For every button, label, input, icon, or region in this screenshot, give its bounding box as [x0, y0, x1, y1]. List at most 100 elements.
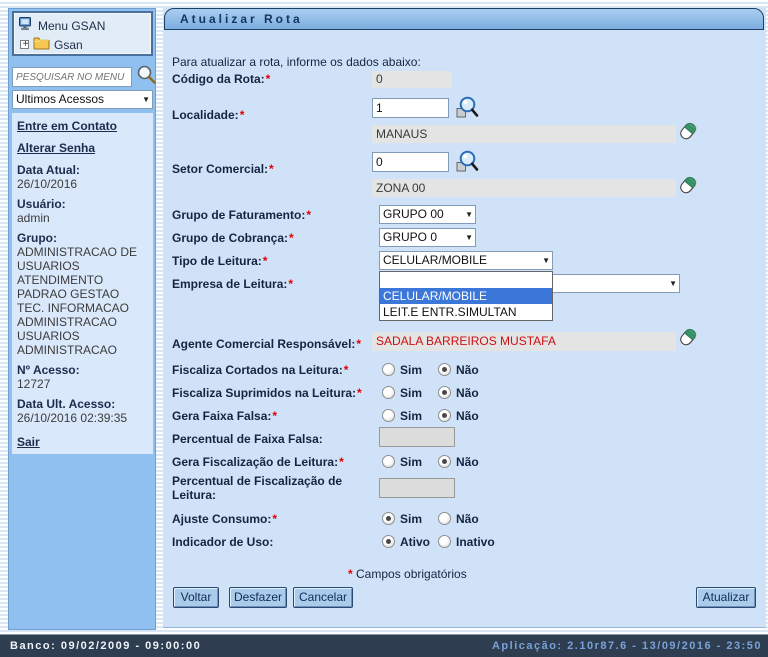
user-label: Usuário: — [17, 197, 148, 211]
dropdown-option-blank[interactable] — [380, 272, 552, 288]
radio-sim[interactable] — [382, 409, 395, 422]
chevron-down-icon — [142, 91, 150, 108]
percentual-faixa-falsa-label: Percentual de Faixa Falsa: — [172, 432, 323, 446]
content-panel: Atualizar Rota Para atualizar a rota, in… — [163, 8, 766, 628]
radio-ativo[interactable] — [382, 535, 395, 548]
required-asterisk: * — [272, 409, 277, 423]
grupo-cobranca-select[interactable]: GRUPO 0 — [379, 228, 476, 247]
tipo-leitura-dropdown-list: CELULAR/MOBILE LEIT.E ENTR.SIMULTAN — [379, 271, 553, 321]
grupo-faturamento-value: GRUPO 00 — [383, 207, 444, 221]
radio-label-nao: Não — [456, 386, 479, 400]
last-access-label: Data Ult. Acesso: — [17, 397, 148, 411]
percentual-fiscalizacao-input[interactable] — [379, 478, 455, 498]
setor-erase-icon[interactable] — [679, 174, 699, 197]
current-date-value: 26/10/2016 — [17, 177, 148, 191]
menu-root-item[interactable]: Menu GSAN — [18, 16, 147, 35]
agente-label: Agente Comercial Responsável:* — [172, 337, 361, 351]
required-asterisk: * — [272, 512, 277, 526]
menu-search-input[interactable] — [12, 67, 132, 87]
radio-nao[interactable] — [438, 386, 451, 399]
fiscaliza-suprimidos-label: Fiscaliza Suprimidos na Leitura:* — [172, 386, 362, 400]
radio-label-nao: Não — [456, 363, 479, 377]
fiscaliza-suprimidos-radio-group: Sim Não — [382, 385, 495, 400]
setor-label: Setor Comercial:* — [172, 162, 274, 176]
cancelar-button[interactable]: Cancelar — [293, 587, 353, 608]
radio-label-nao: Não — [456, 409, 479, 423]
current-date-label: Data Atual: — [17, 163, 148, 177]
tipo-leitura-select[interactable]: CELULAR/MOBILE — [379, 251, 553, 270]
page-title-text: Atualizar Rota — [180, 12, 303, 26]
percentual-faixa-falsa-input[interactable] — [379, 427, 455, 447]
radio-label-sim: Sim — [400, 363, 422, 377]
expand-plus-icon[interactable] — [20, 40, 29, 49]
grupo-faturamento-select[interactable]: GRUPO 00 — [379, 205, 476, 224]
radio-label-sim: Sim — [400, 386, 422, 400]
required-asterisk: * — [339, 455, 344, 469]
tree-node-gsan[interactable]: Gsan — [18, 35, 147, 54]
gera-faixa-falsa-radio-group: Sim Não — [382, 408, 495, 423]
radio-sim[interactable] — [382, 386, 395, 399]
last-access-value: 26/10/2016 02:39:35 — [17, 411, 148, 425]
indicador-uso-label: Indicador de Uso: — [172, 535, 273, 549]
localidade-erase-icon[interactable] — [679, 120, 699, 143]
dropdown-option-leit-entr[interactable]: LEIT.E ENTR.SIMULTAN — [380, 304, 552, 320]
required-note: * Campos obrigatórios — [347, 567, 467, 581]
required-asterisk: * — [266, 72, 271, 86]
required-asterisk: * — [263, 254, 268, 268]
database-date: Banco: 09/02/2009 - 09:00:00 — [10, 635, 201, 657]
desfazer-button[interactable]: Desfazer — [229, 587, 287, 608]
indicador-uso-radio-group: Ativo Inativo — [382, 534, 511, 549]
required-asterisk: * — [348, 567, 353, 581]
localidade-code-input[interactable] — [372, 98, 449, 118]
gera-fiscalizacao-label: Gera Fiscalização de Leitura:* — [172, 455, 344, 469]
page-title: Atualizar Rota — [164, 8, 764, 30]
chevron-down-icon — [465, 206, 473, 223]
radio-label-inativo: Inativo — [456, 535, 495, 549]
radio-nao[interactable] — [438, 512, 451, 525]
radio-sim[interactable] — [382, 512, 395, 525]
contact-link[interactable]: Entre em Contato — [17, 119, 148, 133]
codigo-rota-value: 0 — [372, 71, 452, 88]
user-value: admin — [17, 211, 148, 225]
intro-text: Para atualizar a rota, informe os dados … — [172, 55, 421, 69]
logout-link[interactable]: Sair — [17, 435, 148, 449]
voltar-button[interactable]: Voltar — [173, 587, 219, 608]
ajuste-consumo-label: Ajuste Consumo:* — [172, 512, 277, 526]
group-value: ADMINISTRACAO DE USUARIOS ATENDIMENTO PA… — [17, 245, 148, 357]
required-asterisk: * — [306, 208, 311, 222]
menu-title: Menu GSAN — [38, 19, 105, 33]
empresa-leitura-label: Empresa de Leitura:* — [172, 277, 293, 291]
recent-access-select[interactable]: Ultimos Acessos — [12, 90, 153, 109]
radio-inativo[interactable] — [438, 535, 451, 548]
radio-nao[interactable] — [438, 455, 451, 468]
codigo-rota-label: Código da Rota:* — [172, 72, 270, 86]
tipo-leitura-value: CELULAR/MOBILE — [383, 253, 487, 267]
gera-fiscalizacao-radio-group: Sim Não — [382, 454, 495, 469]
folder-icon — [33, 37, 50, 53]
grupo-cobranca-value: GRUPO 0 — [383, 230, 437, 244]
dropdown-option-celular[interactable]: CELULAR/MOBILE — [380, 288, 552, 304]
setor-search-icon[interactable] — [454, 149, 479, 174]
computer-icon — [18, 16, 34, 35]
fiscaliza-cortados-radio-group: Sim Não — [382, 362, 495, 377]
radio-nao[interactable] — [438, 409, 451, 422]
agente-erase-icon[interactable] — [679, 326, 699, 349]
required-asterisk: * — [344, 363, 349, 377]
chevron-down-icon — [465, 229, 473, 246]
required-asterisk: * — [289, 231, 294, 245]
status-bar: Banco: 09/02/2009 - 09:00:00 Aplicação: … — [0, 634, 768, 657]
group-label: Grupo: — [17, 231, 148, 245]
setor-name: ZONA 00 — [372, 179, 676, 197]
radio-sim[interactable] — [382, 455, 395, 468]
radio-nao[interactable] — [438, 363, 451, 376]
setor-code-input[interactable] — [372, 152, 449, 172]
user-info-panel: Entre em Contato Alterar Senha Data Atua… — [12, 113, 153, 454]
search-icon[interactable] — [135, 63, 157, 85]
radio-label-sim: Sim — [400, 409, 422, 423]
localidade-search-icon[interactable] — [454, 95, 479, 120]
atualizar-button[interactable]: Atualizar — [696, 587, 756, 608]
chevron-down-icon — [669, 275, 677, 292]
change-password-link[interactable]: Alterar Senha — [17, 141, 148, 155]
required-asterisk: * — [356, 337, 361, 351]
radio-sim[interactable] — [382, 363, 395, 376]
